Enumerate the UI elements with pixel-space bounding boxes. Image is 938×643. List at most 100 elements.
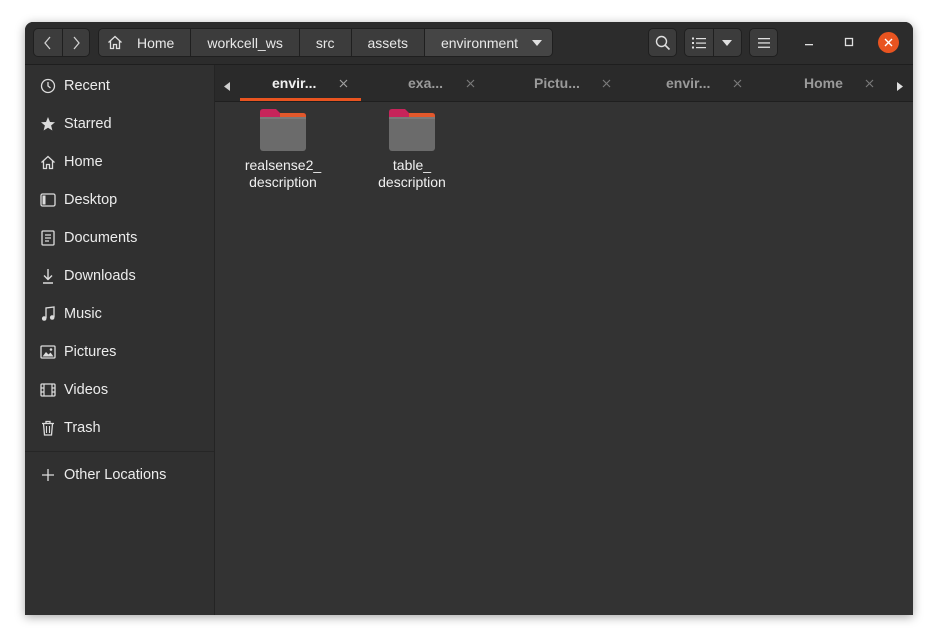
tab-scroll-right-button[interactable]: [897, 78, 903, 94]
sidebar-item-label: Downloads: [64, 268, 136, 284]
folder-icon: [389, 109, 435, 151]
folder-item[interactable]: realsense2_ description: [231, 107, 335, 191]
close-icon: [733, 79, 742, 87]
sidebar-item-label: Other Locations: [64, 467, 167, 483]
breadcrumb-src[interactable]: src: [299, 29, 352, 56]
sidebar-item-downloads[interactable]: Downloads: [25, 257, 214, 295]
folder-name-line: table_: [392, 157, 432, 173]
breadcrumb-label: environment: [440, 34, 519, 51]
minimize-button[interactable]: [799, 32, 819, 52]
breadcrumb-assets[interactable]: assets: [351, 29, 425, 56]
sidebar-item-home[interactable]: Home: [25, 143, 214, 181]
sidebar-item-recent[interactable]: Recent: [25, 67, 214, 105]
tab-home[interactable]: Home: [804, 65, 875, 101]
header-bar: Home workcell_ws src assets environment: [25, 22, 913, 65]
downloads-icon: [39, 267, 57, 285]
tab-close-button[interactable]: [338, 78, 348, 88]
sidebar-item-label: Starred: [64, 116, 112, 132]
breadcrumb-environment[interactable]: environment: [424, 29, 553, 56]
sidebar-item-other-locations[interactable]: Other Locations: [25, 456, 214, 494]
close-icon: [884, 38, 893, 47]
tab-label: envir...: [666, 75, 711, 91]
breadcrumb-label: assets: [367, 34, 408, 51]
sidebar-item-desktop[interactable]: Desktop: [25, 181, 214, 219]
minimize-icon: [805, 44, 813, 46]
breadcrumb-label: workcell_ws: [207, 34, 283, 51]
sidebar-item-music[interactable]: Music: [25, 295, 214, 333]
tab-environment[interactable]: envir...: [272, 65, 348, 101]
search-icon: [655, 35, 670, 50]
search-button[interactable]: [648, 28, 677, 57]
view-options-button[interactable]: [714, 29, 741, 56]
close-icon: [339, 79, 348, 87]
sidebar-item-label: Videos: [64, 382, 109, 398]
tab-label: envir...: [272, 75, 317, 91]
sidebar-item-label: Pictures: [64, 344, 117, 360]
list-view-button[interactable]: [685, 29, 714, 56]
folder-name: realsense2_ description: [245, 157, 321, 191]
sidebar-item-label: Recent: [64, 78, 110, 94]
sidebar-item-documents[interactable]: Documents: [25, 219, 214, 257]
hamburger-menu-icon: [757, 37, 770, 48]
tab-label: Pictu...: [534, 75, 580, 91]
videos-icon: [39, 381, 57, 399]
folder-name-line: description: [249, 174, 317, 190]
tab-label: exa...: [408, 75, 444, 91]
tab-bar: envir... exa... Pictu... envir... Home: [215, 65, 913, 102]
breadcrumb-label: Home: [137, 34, 175, 51]
sidebar-item-label: Trash: [64, 420, 101, 436]
breadcrumb-home[interactable]: Home: [99, 29, 192, 56]
trash-icon: [39, 419, 57, 437]
tab-examples[interactable]: exa...: [408, 65, 475, 101]
recent-icon: [39, 77, 57, 95]
navigation-buttons: [33, 28, 90, 57]
sidebar-item-starred[interactable]: Starred: [25, 105, 214, 143]
tab-close-button[interactable]: [732, 78, 742, 88]
folder-name-line: realsense2_: [244, 157, 322, 173]
folder-icon: [260, 109, 306, 151]
sidebar: Recent Starred Home Desktop Documents Do…: [25, 65, 215, 615]
sidebar-divider: [25, 451, 214, 452]
close-icon: [602, 79, 611, 87]
home-icon: [108, 35, 122, 50]
pictures-icon: [39, 343, 57, 361]
chevron-right-icon: [73, 36, 80, 49]
main-menu-button[interactable]: [749, 28, 778, 57]
tab-close-button[interactable]: [602, 78, 612, 88]
arrow-left-icon: [224, 82, 230, 91]
documents-icon: [39, 229, 57, 247]
sidebar-item-label: Home: [64, 154, 103, 170]
tab-pictures[interactable]: Pictu...: [534, 65, 612, 101]
sidebar-item-pictures[interactable]: Pictures: [25, 333, 214, 371]
close-icon: [865, 79, 874, 87]
tab-close-button[interactable]: [865, 78, 875, 88]
folder-name-line: description: [378, 174, 446, 190]
sidebar-item-videos[interactable]: Videos: [25, 371, 214, 409]
dropdown-arrow-icon: [722, 39, 733, 46]
tab-environment-2[interactable]: envir...: [666, 65, 742, 101]
path-bar: Home workcell_ws src assets environment: [98, 28, 554, 57]
folder-item[interactable]: table_ description: [360, 107, 464, 191]
desktop-icon: [39, 191, 57, 209]
dropdown-arrow-icon[interactable]: [532, 39, 543, 46]
back-button[interactable]: [33, 28, 62, 57]
sidebar-item-trash[interactable]: Trash: [25, 409, 214, 447]
view-toggle-group: [684, 28, 742, 57]
folder-name: table_ description: [378, 157, 446, 191]
tab-label: Home: [804, 75, 843, 91]
close-button[interactable]: [878, 32, 899, 53]
maximize-button[interactable]: [839, 32, 859, 52]
forward-button[interactable]: [61, 28, 90, 57]
sidebar-item-label: Desktop: [64, 192, 118, 208]
arrow-right-icon: [897, 82, 903, 91]
tab-scroll-left-button[interactable]: [224, 78, 230, 94]
chevron-left-icon: [43, 36, 51, 49]
active-tab-indicator: [240, 98, 361, 101]
list-view-icon: [691, 37, 706, 48]
breadcrumb-workcell-ws[interactable]: workcell_ws: [191, 29, 300, 56]
sidebar-item-label: Music: [64, 306, 102, 322]
maximize-icon: [844, 37, 854, 47]
tab-close-button[interactable]: [465, 78, 475, 88]
plus-icon: [39, 466, 57, 484]
file-view: realsense2_ description table_ descripti…: [215, 102, 913, 615]
